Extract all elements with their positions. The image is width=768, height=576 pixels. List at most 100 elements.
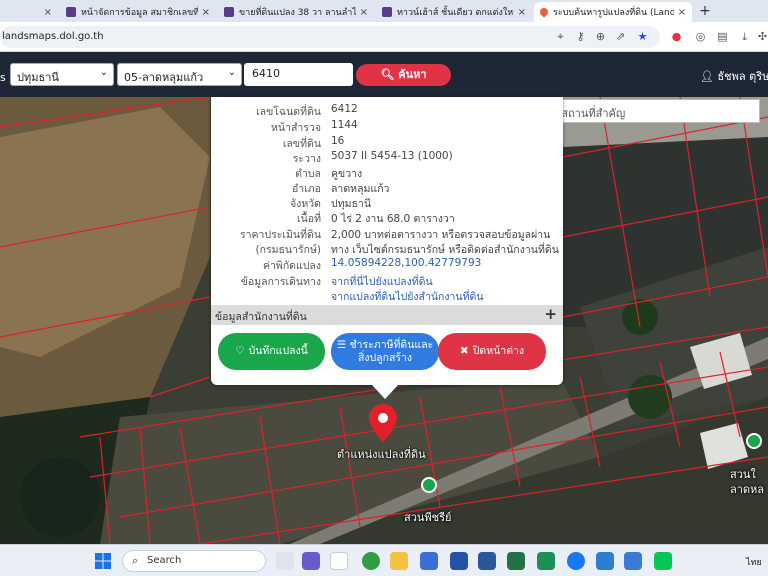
info-row: (กรมธนารักษ์) ทาง เว็บไซต์กรมธนารักษ์ หร… (211, 241, 558, 256)
province-value: ปทุมธานี (17, 71, 59, 84)
place-label: ลาดหล (730, 483, 765, 496)
save-parcel-label: บันทึกแปลงนี้ (248, 345, 308, 357)
info-label: ค่าพิกัดแปลง (262, 260, 321, 272)
close-x-icon: ✖ (459, 345, 469, 357)
line-icon[interactable] (654, 552, 672, 570)
save-parcel-button[interactable]: ♡ บันทึกแปลงนี้ (218, 333, 325, 370)
info-value: 6412 (331, 103, 358, 115)
reading-list-icon[interactable]: ▤ (716, 30, 729, 43)
user-icon: 👤︎ (700, 70, 714, 83)
key-icon[interactable]: ⚷ (574, 30, 587, 43)
info-label: หน้าสำรวจ (271, 122, 321, 134)
expand-plus-icon[interactable]: + (544, 305, 557, 323)
excel-icon[interactable] (507, 552, 525, 570)
info-label: เนื้อที่ (297, 213, 321, 225)
place-marker-icon[interactable] (421, 477, 437, 493)
search-icon: 🔍︎ (380, 68, 395, 81)
tab-close-icon[interactable]: × (678, 7, 686, 18)
browser-tab[interactable]: หน้าจัดการข้อมูล สมาชิกเลขที่ 1980 × (60, 2, 216, 22)
section-label: ข้อมูลสำนักงานที่ดิน (215, 311, 307, 323)
pay-tax-label-line1: ชำระภาษีที่ดินและ (349, 338, 434, 351)
directions-to-office-link[interactable]: จากแปลงที่ดินไปยังสำนักงานที่ดิน (331, 288, 484, 305)
land-office-section-header[interactable]: ข้อมูลสำนักงานที่ดิน + (211, 305, 563, 325)
info-row: เลขโฉนดที่ดิน 6412 (211, 103, 551, 118)
tab-title: ทาวน์เฮ้าส์ ชั้นเดียว ตกแต่งใหม่ พร้อม (397, 8, 514, 18)
app-icon[interactable] (624, 552, 642, 570)
info-row: เนื้อที่ 0 ไร่ 2 งาน 68.0 ตารางวา (211, 210, 551, 225)
tab-close-icon[interactable]: × (518, 7, 526, 18)
language-indicator[interactable]: ไทย (746, 555, 762, 569)
share-icon[interactable]: ⇗ (614, 30, 627, 43)
info-row: ค่าพิกัดแปลง 14.05894228,100.42779793 (211, 257, 551, 272)
browser-tab[interactable]: x × (0, 2, 58, 22)
info-label: (กรมธนารักษ์) (255, 244, 321, 256)
parcel-info-popup: เลขโฉนดที่ดิน 6412 หน้าสำรวจ 1144 เลขที่… (211, 97, 563, 385)
widgets-icon[interactable] (330, 552, 348, 570)
coordinates-link[interactable]: 14.05894228,100.42779793 (331, 257, 481, 269)
chrome-icon[interactable] (362, 552, 380, 570)
bookmark-star-icon[interactable]: ★ (636, 30, 649, 43)
search-button[interactable]: 🔍︎ ค้นหา (356, 64, 451, 86)
user-menu[interactable]: 👤︎ ธัชพล ตุริษ (700, 67, 768, 85)
tab-title: หน้าจัดการข้อมูล สมาชิกเลขที่ 1980 (81, 8, 198, 18)
tab-close-icon[interactable]: × (44, 7, 52, 18)
info-value[interactable]: ทาง เว็บไซต์กรมธนารักษ์ หรือติดต่อสำนักง… (331, 241, 559, 258)
parcel-number-input[interactable]: 6410 (244, 63, 353, 86)
search-icon: ⌕ (132, 554, 139, 567)
word-icon[interactable] (478, 552, 496, 570)
browser-tab-active[interactable]: ระบบค้นหารูปแปลงที่ดิน (LandsMaps × (534, 2, 692, 22)
app-header: s ปทุมธานี ⌄ 05-ลาดหลุมแก้ว ⌄ 6410 🔍︎ ค้… (0, 52, 768, 97)
district-value: 05-ลาดหลุมแก้ว (124, 71, 204, 84)
district-select[interactable]: 05-ลาดหลุมแก้ว ⌄ (117, 63, 242, 86)
tab-close-icon[interactable]: × (360, 7, 368, 18)
facebook-icon[interactable] (567, 552, 585, 570)
place-marker-icon[interactable] (746, 433, 762, 449)
outlook-icon[interactable] (450, 552, 468, 570)
province-select[interactable]: ปทุมธานี ⌄ (10, 63, 114, 86)
parcel-location-label: ตำแหน่งแปลงที่ดิน (337, 448, 426, 461)
zoom-icon[interactable]: ⊕ (594, 30, 607, 43)
close-popup-button[interactable]: ✖ ปิดหน้าต่าง (438, 333, 546, 370)
address-bar-row: landsmaps.dol.go.th ⌖ ⚷ ⊕ ⇗ ★ ● ◎ ▤ ⤓ ✣ (0, 22, 768, 52)
parcel-location-pin-icon[interactable] (369, 404, 397, 442)
tab-title: ขายที่ดินแปลง 38 วา ลานลำไทร 50 ไ (239, 8, 356, 18)
map-pin-favicon-icon (538, 6, 550, 18)
user-name: ธัชพล ตุริษ (717, 70, 768, 83)
tab-title: ระบบค้นหารูปแปลงที่ดิน (LandsMaps (553, 8, 674, 18)
info-row: หน้าสำรวจ 1144 (211, 119, 551, 134)
teams-chat-icon[interactable] (302, 552, 320, 570)
site-favicon-icon (224, 7, 234, 17)
header-fragment: s (0, 71, 6, 84)
pay-land-tax-button[interactable]: ☰ ชำระภาษีที่ดินและ สิ่งปลูกสร้าง (331, 333, 439, 370)
new-tab-button[interactable]: + (696, 3, 714, 19)
site-favicon-icon (66, 7, 76, 17)
photos-icon[interactable] (596, 552, 614, 570)
downloads-icon[interactable]: ⤓ (738, 30, 751, 43)
taskbar-search-field[interactable]: ⌕ Search (122, 550, 266, 572)
browser-tab[interactable]: ขายที่ดินแปลง 38 วา ลานลำไทร 50 ไ × (218, 2, 374, 22)
pay-tax-label-line2: สิ่งปลูกสร้าง (357, 351, 413, 364)
info-value: 1144 (331, 119, 358, 131)
task-view-icon[interactable] (276, 552, 294, 570)
location-icon[interactable]: ⌖ (554, 30, 567, 43)
info-row: จากแปลงที่ดินไปยังสำนักงานที่ดิน (211, 288, 551, 303)
store-icon[interactable] (420, 552, 438, 570)
info-row: เลขที่ดิน 16 (211, 135, 551, 150)
windows-start-icon[interactable] (95, 553, 111, 569)
chevron-down-icon: ⌄ (99, 67, 108, 78)
extension-opera-icon[interactable]: ● (670, 30, 683, 43)
notification-app-icon[interactable] (537, 552, 555, 570)
tab-close-icon[interactable]: × (202, 7, 210, 18)
search-button-label: ค้นหา (398, 68, 427, 81)
extensions-puzzle-icon[interactable]: ✣ (756, 30, 768, 43)
chevron-down-icon: ⌄ (227, 67, 236, 78)
info-row: ตำบล คูขวาง (211, 165, 551, 180)
windows-taskbar: ⌕ Search ไทย (0, 544, 768, 576)
url-text: landsmaps.dol.go.th (2, 31, 104, 42)
browser-tab[interactable]: ทาวน์เฮ้าส์ ชั้นเดียว ตกแต่งใหม่ พร้อม × (376, 2, 532, 22)
file-explorer-icon[interactable] (390, 552, 408, 570)
info-row: ระวาง 5037 II 5454-13 (1000) (211, 150, 551, 165)
browser-tab-strip: x × หน้าจัดการข้อมูล สมาชิกเลขที่ 1980 ×… (0, 0, 768, 22)
extension-icon[interactable]: ◎ (694, 30, 707, 43)
info-row: ข้อมูลการเดินทาง จากที่นี่ไปยังแปลงที่ดิ… (211, 273, 551, 288)
